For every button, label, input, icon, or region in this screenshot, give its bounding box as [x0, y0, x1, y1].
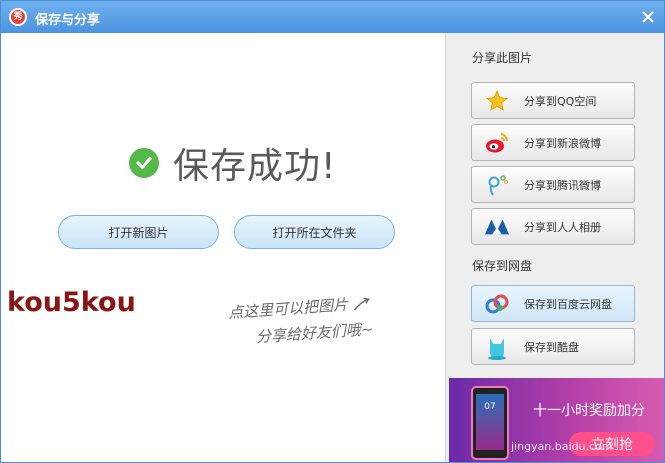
save-baidu-cloud-button[interactable]: 保存到百度云网盘 — [471, 285, 635, 322]
watermark-text: kou5kou — [7, 287, 136, 318]
share-qzone-label: 分享到QQ空间 — [524, 94, 597, 108]
qzone-star-icon — [484, 88, 510, 114]
share-sina-weibo-label: 分享到新浪微博 — [524, 136, 601, 150]
hint-arrow-icon — [353, 297, 370, 311]
ad-site-watermark: jingyan.baidu.com — [511, 440, 613, 453]
hint-line-2: 分享给好友们哦~ — [255, 319, 374, 347]
share-tencent-weibo-button[interactable]: 分享到腾讯微博 — [471, 166, 635, 203]
share-sidebar: 分享此图片 分享到QQ空间 分享到新浪微博 分享到腾讯微博 分享到人人相册 保存… — [445, 33, 664, 462]
open-folder-button[interactable]: 打开所在文件夹 — [234, 215, 395, 249]
main-panel: 保存成功! 打开新图片 打开所在文件夹 kou5kou 点这里可以把图片 分享给… — [1, 33, 445, 462]
title-bar: 秀 保存与分享 — [1, 1, 664, 33]
kupan-icon — [484, 334, 510, 360]
save-success-message: 保存成功! — [129, 137, 336, 189]
share-renren-label: 分享到人人相册 — [524, 220, 601, 234]
baidu-cloud-icon — [484, 291, 510, 317]
phone-screen: 07 — [476, 394, 504, 450]
share-section-label: 分享此图片 — [472, 51, 533, 65]
phone-image: 07 — [471, 386, 509, 460]
save-share-dialog: 秀 保存与分享 保存成功! 打开新图片 打开所在文件夹 kou5kou 点这里可… — [0, 0, 665, 463]
window-title: 保存与分享 — [35, 13, 101, 28]
save-kupan-label: 保存到酷盘 — [524, 340, 579, 354]
share-qzone-button[interactable]: 分享到QQ空间 — [471, 82, 635, 119]
close-icon — [642, 11, 654, 23]
weibo-icon — [484, 130, 510, 156]
share-renren-button[interactable]: 分享到人人相册 — [471, 208, 635, 245]
save-kupan-button[interactable]: 保存到酷盘 — [471, 328, 635, 365]
save-baidu-cloud-label: 保存到百度云网盘 — [524, 297, 612, 311]
share-tencent-weibo-label: 分享到腾讯微博 — [524, 178, 601, 192]
ad-banner[interactable]: 07 十一小时奖励加分 立刻抢 jingyan.baidu.com — [449, 378, 664, 462]
success-text: 保存成功! — [173, 146, 337, 187]
share-hint-handwriting: 点这里可以把图片 分享给好友们哦~ — [227, 290, 374, 352]
renren-icon — [484, 214, 510, 240]
cloud-section-label: 保存到网盘 — [472, 259, 533, 273]
tencent-weibo-icon — [484, 172, 510, 198]
check-circle-icon — [129, 148, 159, 178]
close-button[interactable] — [638, 7, 658, 27]
meitu-app-icon: 秀 — [9, 8, 27, 26]
share-sina-weibo-button[interactable]: 分享到新浪微博 — [471, 124, 635, 161]
ad-headline: 十一小时奖励加分 — [533, 403, 645, 419]
open-new-image-button[interactable]: 打开新图片 — [58, 215, 219, 249]
